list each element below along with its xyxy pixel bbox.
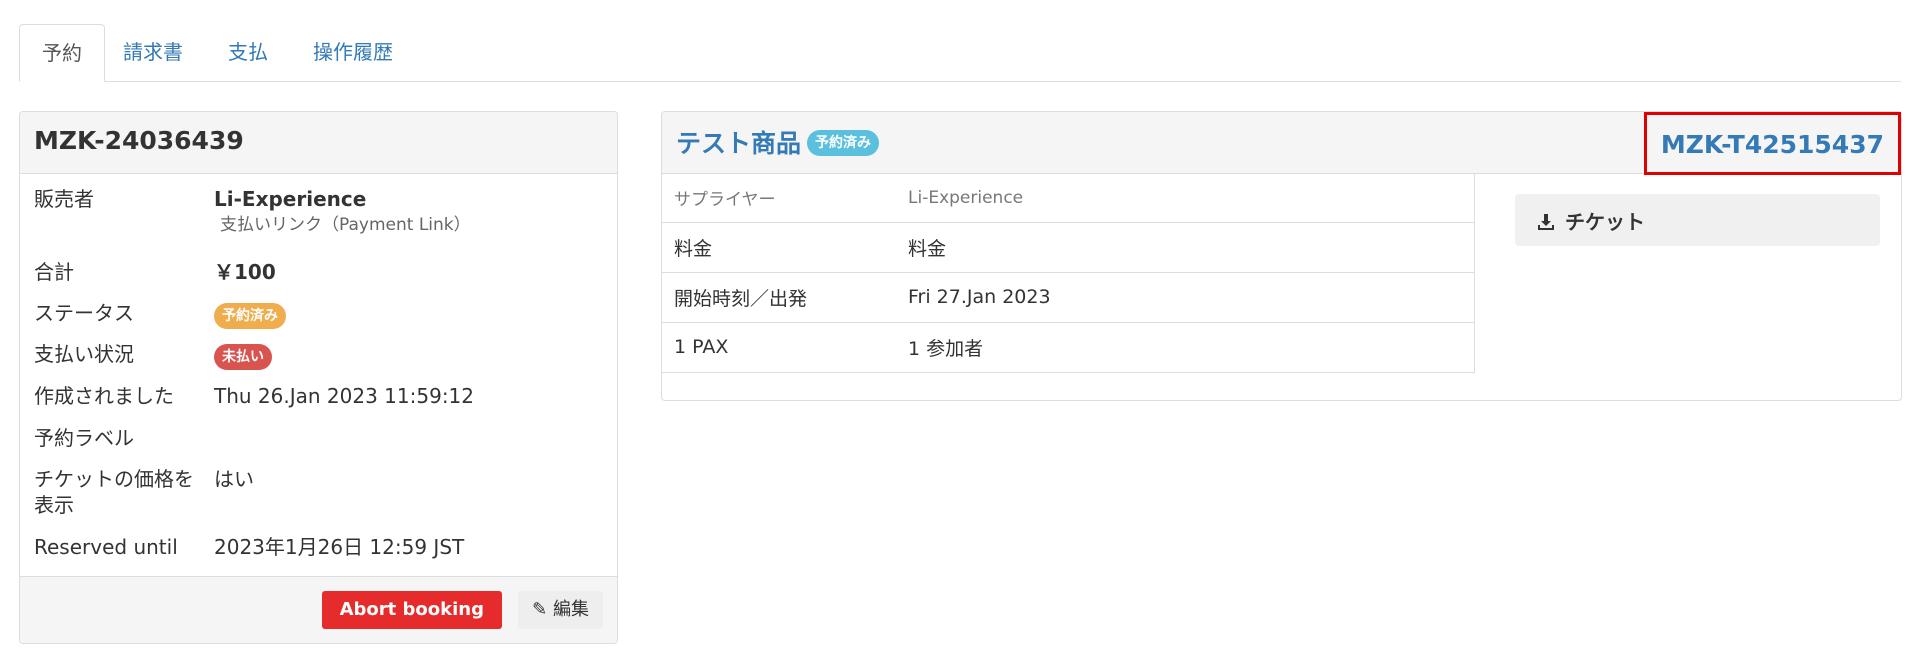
- ticket-download-button[interactable]: チケット: [1515, 194, 1880, 246]
- booking-id: MZK-24036439: [34, 126, 244, 155]
- rate-value: 料金: [896, 222, 1475, 273]
- product-info-table: サプライヤー Li-Experience 料金 料金 開始時刻／出発 Fri 2…: [662, 174, 1475, 373]
- tab-invoices[interactable]: 請求書: [101, 24, 205, 81]
- ticket-price-value: はい: [214, 467, 254, 491]
- edit-button[interactable]: ✎ 編集: [518, 591, 603, 629]
- seller-sub: 支払いリンク（Payment Link）: [220, 215, 471, 235]
- rate-label: 料金: [662, 222, 896, 273]
- ticket-button-label: チケット: [1565, 209, 1645, 234]
- table-row: 開始時刻／出発 Fri 27.Jan 2023: [662, 272, 1475, 323]
- seller-label: 販売者: [34, 187, 94, 211]
- product-status: 予約済み: [807, 128, 879, 156]
- table-row: 1 PAX 1 参加者: [662, 322, 1475, 373]
- total-value: ￥100: [214, 260, 276, 284]
- ticket-price-label-line1: チケットの価格を: [34, 467, 194, 491]
- booking-label-label: 予約ラベル: [34, 426, 134, 450]
- payment-status-label: 支払い状況: [34, 342, 134, 366]
- ticket-price-label-line2: 表示: [34, 493, 74, 517]
- table-row: サプライヤー Li-Experience: [662, 174, 1475, 223]
- edit-button-label: 編集: [553, 599, 589, 620]
- download-icon: [1538, 213, 1554, 230]
- ticket-price-label: チケットの価格を 表示: [34, 466, 194, 518]
- payment-badge: 未払い: [214, 344, 272, 370]
- reserved-until-label: Reserved until: [34, 535, 178, 559]
- created-value: Thu 26.Jan 2023 11:59:12: [214, 384, 474, 408]
- tab-booking[interactable]: 予約: [19, 24, 105, 82]
- seller-name: Li-Experience: [214, 187, 367, 211]
- booking-panel-footer: Abort booking ✎ 編集: [20, 576, 617, 643]
- table-row: 料金 料金: [662, 222, 1475, 273]
- product-panel-heading: テスト商品 予約済み MZK-T42515437: [662, 112, 1901, 175]
- supplier-label: サプライヤー: [662, 174, 896, 223]
- status-label: ステータス: [34, 301, 134, 325]
- pax-label: 1 PAX: [662, 322, 896, 373]
- booking-panel: MZK-24036439 販売者 Li-Experience 支払いリンク（Pa…: [19, 111, 618, 644]
- tab-history[interactable]: 操作履歴: [291, 24, 415, 81]
- product-reference-link[interactable]: MZK-T42515437: [1643, 112, 1901, 175]
- pax-value: 1 参加者: [896, 322, 1475, 373]
- product-panel: テスト商品 予約済み MZK-T42515437 サプライヤー Li-Exper…: [661, 111, 1902, 401]
- product-title[interactable]: テスト商品: [676, 124, 801, 160]
- reserved-until-value: 2023年1月26日 12:59 JST: [214, 535, 465, 559]
- booking-panel-heading: MZK-24036439: [20, 112, 617, 174]
- payment-status-value: 未払い: [214, 341, 272, 370]
- product-status-badge: 予約済み: [807, 130, 879, 156]
- start-time-label: 開始時刻／出発: [662, 272, 896, 323]
- status-badge: 予約済み: [214, 303, 286, 329]
- start-time-value: Fri 27.Jan 2023: [896, 272, 1475, 323]
- tab-payments[interactable]: 支払: [206, 24, 290, 81]
- abort-booking-button[interactable]: Abort booking: [321, 591, 502, 629]
- tab-bar: 予約 請求書 支払 操作履歴: [19, 24, 1901, 82]
- supplier-value: Li-Experience: [896, 174, 1475, 223]
- created-label: 作成されました: [34, 384, 174, 408]
- total-label: 合計: [34, 260, 74, 284]
- edit-icon: ✎: [532, 599, 548, 620]
- status-value: 予約済み: [214, 300, 286, 329]
